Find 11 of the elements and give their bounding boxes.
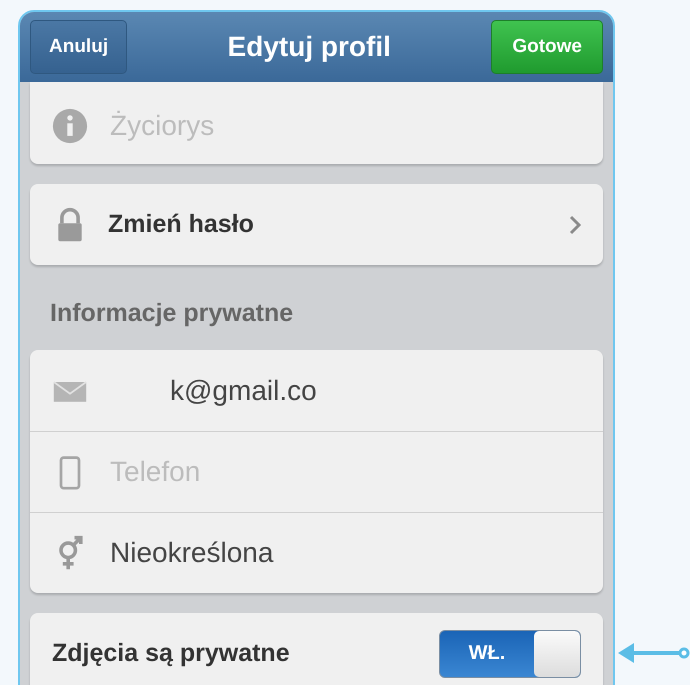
gender-field[interactable]: Nieokreślona <box>108 536 581 570</box>
private-photos-label: Zdjęcia są prywatne <box>52 639 291 668</box>
arrow-pointer-icon <box>618 641 690 665</box>
toggle-switch[interactable]: WŁ. <box>439 630 581 678</box>
email-field[interactable]: k@gmail.co <box>108 374 581 408</box>
section-heading: Informacje prywatne <box>49 298 294 329</box>
info-icon <box>52 108 88 144</box>
cancel-button[interactable]: Anuluj <box>30 20 128 74</box>
change-password-button[interactable]: Zmień hasło <box>30 184 603 265</box>
screen-title: Edytuj profil <box>228 31 391 63</box>
chevron-right-icon <box>569 214 581 234</box>
